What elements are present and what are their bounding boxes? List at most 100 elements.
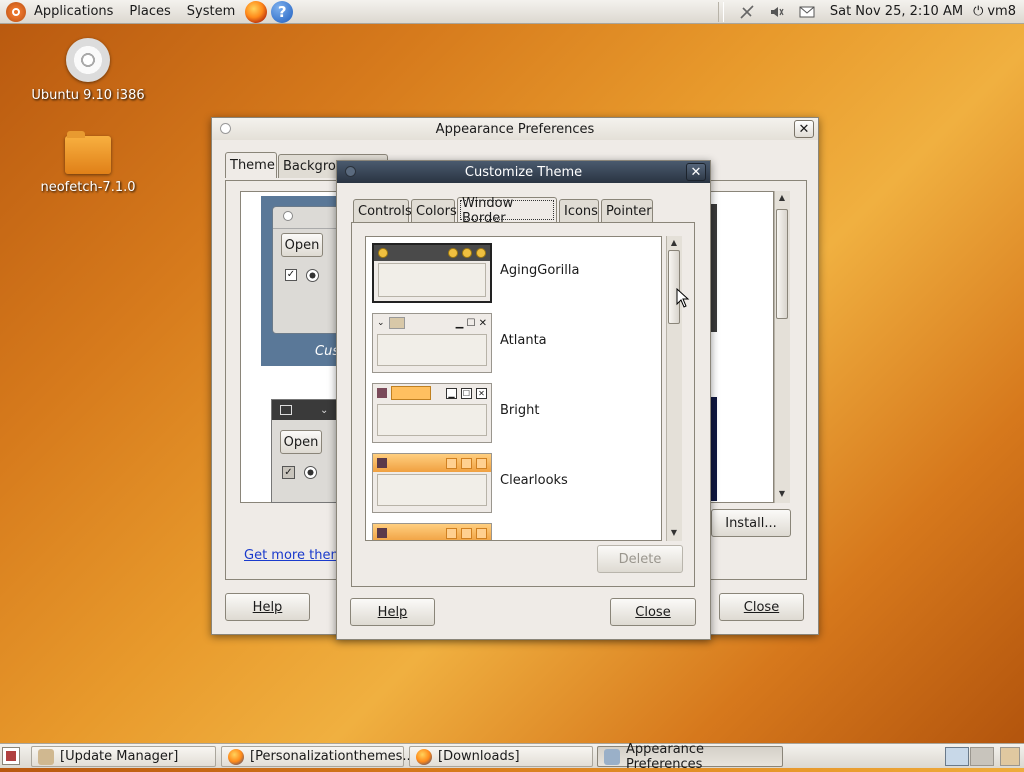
tab-pointer[interactable]: Pointer [601, 199, 653, 223]
theme-name: Clearlooks [500, 473, 568, 488]
radio-icon [304, 466, 317, 479]
menu-applications[interactable]: Applications [26, 4, 121, 19]
bottom-panel: [Update Manager] [Personalizationthemes.… [0, 742, 1024, 772]
list-item[interactable]: AgingGorilla [372, 243, 652, 303]
scroll-down-icon[interactable]: ▼ [667, 526, 681, 540]
task-appearance-preferences[interactable]: Appearance Preferences [597, 742, 783, 772]
update-manager-icon [38, 748, 54, 765]
list-item[interactable]: ⌄ ▁ ☐ ✕ Atlanta [372, 313, 652, 373]
list-item[interactable]: Clearlooks [372, 453, 652, 513]
window-border-theme-list[interactable]: AgingGorilla ⌄ ▁ ☐ ✕ Atlanta ▁ ☐ ✕ Brigh… [365, 236, 662, 541]
workspace-1[interactable] [945, 747, 969, 766]
tab-window-border[interactable]: Window Border [457, 196, 557, 226]
user-name: vm8 [987, 4, 1016, 19]
thumb-next [372, 523, 492, 540]
get-more-themes-link[interactable]: Get more them [244, 548, 343, 563]
scroll-up-icon[interactable]: ▲ [667, 236, 681, 250]
close-button[interactable]: Close [719, 593, 804, 621]
desktop-icon-label: Ubuntu 9.10 i386 [31, 88, 145, 103]
checkbox-icon: ✓ [285, 269, 297, 281]
trash-icon[interactable] [1000, 747, 1020, 766]
preview-open-button-2: Open [280, 430, 322, 454]
menu-system[interactable]: System [179, 4, 243, 19]
appearance-icon [604, 748, 620, 765]
task-label: [Downloads] [438, 749, 520, 764]
theme-name: Bright [500, 403, 540, 418]
desktop-icon-label: neofetch-7.1.0 [40, 180, 136, 195]
tab-icons[interactable]: Icons [559, 199, 599, 223]
close-button[interactable]: Close [610, 598, 696, 626]
task-downloads[interactable]: [Downloads] [409, 746, 593, 767]
task-personalizationthemes[interactable]: [Personalizationthemes... [221, 746, 415, 767]
appearance-titlebar[interactable]: Appearance Preferences ✕ [212, 118, 818, 140]
delete-button[interactable]: Delete [597, 545, 683, 573]
clock[interactable]: Sat Nov 25, 2:10 AM [822, 4, 971, 19]
preview-edge [711, 204, 717, 332]
install-button[interactable]: Install... [711, 509, 791, 537]
thumb-atlanta: ⌄ ▁ ☐ ✕ [372, 313, 492, 373]
theme-name: Atlanta [500, 333, 547, 348]
desktop-icon-ubuntu-cd[interactable]: Ubuntu 9.10 i386 [28, 38, 148, 103]
thumb-clearlooks [372, 453, 492, 513]
menu-dot-icon [378, 248, 388, 258]
mail-icon[interactable] [798, 3, 816, 21]
help-label: Help [252, 599, 283, 615]
firefox-icon [416, 748, 432, 765]
close-window-button[interactable]: ✕ [794, 120, 814, 138]
customize-theme-dialog: Customize Theme ✕ Controls Colors Window… [336, 160, 711, 640]
network-icon[interactable] [738, 3, 756, 21]
user-menu[interactable]: ⏻ vm8 [971, 4, 1024, 19]
task-update-manager[interactable]: [Update Manager] [31, 746, 216, 767]
help-button[interactable]: Help [225, 593, 310, 621]
cd-icon [66, 38, 110, 82]
tab-colors[interactable]: Colors [411, 199, 457, 223]
power-icon: ⏻ [973, 4, 984, 19]
close-dot-icon [476, 248, 486, 258]
scroll-thumb[interactable] [776, 209, 788, 319]
firefox-launcher-icon[interactable] [245, 0, 268, 23]
preview-open-button: Open [281, 233, 323, 257]
window-menu-icon[interactable] [345, 166, 356, 177]
theme-list-scrollbar[interactable]: ▲ ▼ [666, 236, 682, 541]
volume-icon[interactable] [768, 3, 786, 21]
workspace-2[interactable] [970, 747, 994, 766]
scroll-thumb[interactable] [668, 250, 680, 324]
scroll-down-icon[interactable]: ▼ [775, 487, 789, 501]
panel-separator [717, 1, 724, 22]
window-menu-icon[interactable] [220, 123, 231, 134]
folder-icon [65, 131, 111, 174]
close-label: Close [635, 604, 671, 620]
window-title: Appearance Preferences [435, 121, 595, 137]
show-desktop-icon[interactable] [2, 747, 20, 765]
checkbox-icon: ✓ [282, 466, 295, 479]
thumb-aginggorilla [372, 243, 492, 303]
task-label: [Personalizationthemes... [250, 749, 415, 764]
task-label: [Update Manager] [60, 749, 179, 764]
list-item[interactable]: ▁ ☐ ✕ Bright [372, 383, 652, 443]
dialog-title: Customize Theme [464, 164, 583, 180]
tab-controls[interactable]: Controls [353, 199, 412, 223]
preview-edge [711, 397, 717, 501]
close-dialog-button[interactable]: ✕ [686, 163, 706, 181]
theme-name: AgingGorilla [500, 263, 580, 278]
maximize-dot-icon [462, 248, 472, 258]
customize-titlebar[interactable]: Customize Theme ✕ [337, 161, 710, 183]
help-label: Help [377, 604, 408, 620]
scroll-up-icon[interactable]: ▲ [775, 191, 789, 205]
tab-theme[interactable]: Theme [225, 152, 277, 178]
help-launcher-icon[interactable]: ? [271, 0, 294, 23]
radio-icon [306, 269, 319, 282]
help-button[interactable]: Help [350, 598, 435, 626]
ubuntu-logo-icon[interactable] [6, 1, 26, 22]
close-label: Close [743, 599, 780, 615]
desktop-icon-neofetch[interactable]: neofetch-7.1.0 [28, 131, 148, 195]
list-item[interactable] [372, 523, 652, 540]
top-panel: Applications Places System ? Sat Nov 25,… [0, 0, 1024, 24]
menu-places[interactable]: Places [121, 4, 178, 19]
minimize-dot-icon [448, 248, 458, 258]
thumb-bright: ▁ ☐ ✕ [372, 383, 492, 443]
theme-list-scrollbar[interactable]: ▲ ▼ [774, 191, 790, 503]
task-label: Appearance Preferences [626, 741, 705, 772]
mouse-pointer-icon [676, 288, 690, 308]
firefox-icon [228, 748, 244, 765]
